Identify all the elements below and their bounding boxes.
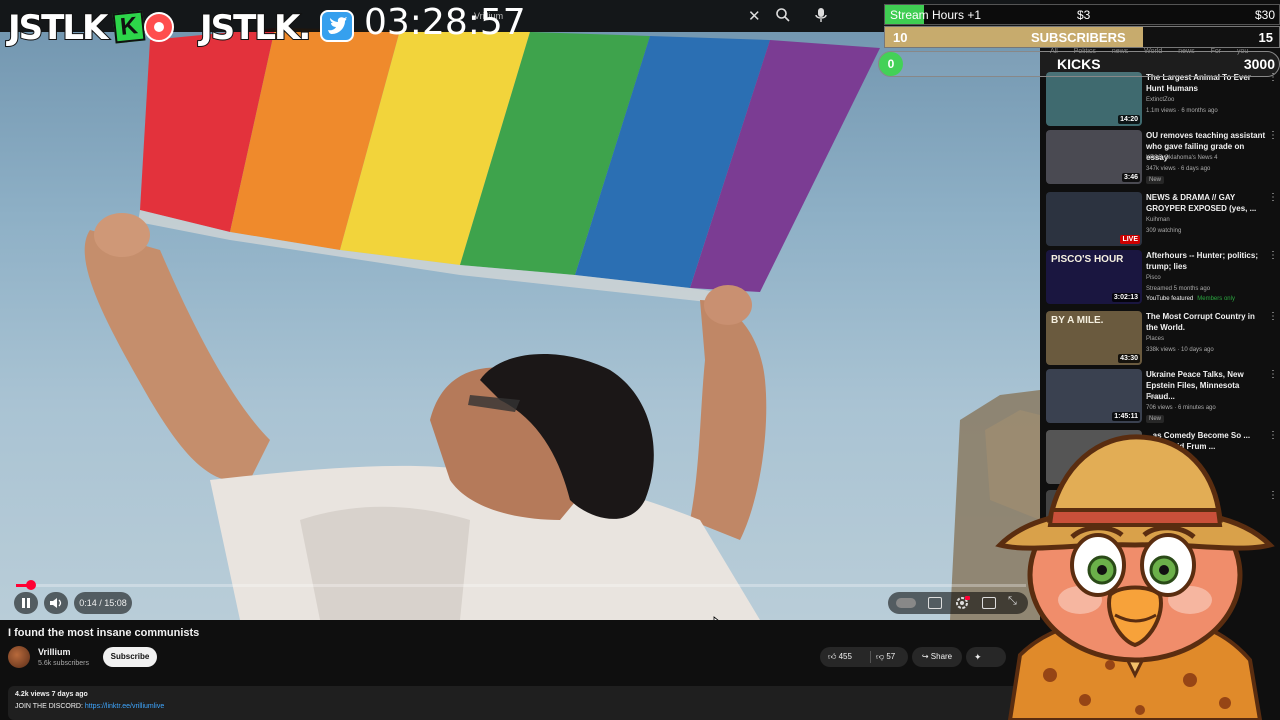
search-icon[interactable]: [775, 7, 791, 23]
stream-screen: Vrillium ✕ 0:14 / 15:08 ⤡ JSTLK K JSTLK.…: [0, 0, 1280, 720]
recommendation-thumbnail[interactable]: BY A MILE. 43:30: [1046, 311, 1142, 365]
discord-link[interactable]: https://linktr.ee/vrilliumlive: [85, 703, 164, 710]
like-dislike-group: 👍︎ 455 👎︎ 57: [820, 647, 908, 667]
recommendation-meta: 309 watching: [1146, 228, 1182, 234]
streamer-logo-right: JSTLK.: [199, 7, 312, 49]
recommendation-meta: 338k views · 10 days ago: [1146, 347, 1214, 353]
like-separator: [870, 651, 871, 663]
like-count: 455: [838, 652, 852, 661]
kicks-goal-bar: 0 KICKS 3000: [878, 51, 1280, 77]
more-options-icon[interactable]: ⋮: [1268, 369, 1278, 380]
recommendation-meta: Streamed 5 months ago: [1146, 286, 1211, 292]
mouse-cursor-icon: [713, 616, 719, 620]
recommendation-channel[interactable]: Pisco: [1146, 275, 1161, 281]
thumbnail-text: BY A MILE.: [1051, 315, 1104, 326]
recommendation-channel[interactable]: Places: [1146, 336, 1164, 342]
recommendation-channel[interactable]: Pisco: [1146, 394, 1161, 400]
subscriber-goal-max: 15: [1258, 30, 1273, 45]
new-badge: New: [1146, 176, 1165, 184]
more-options-icon[interactable]: ⋮: [1268, 130, 1278, 141]
share-button[interactable]: ↪ Share: [912, 647, 962, 667]
subscriber-goal-label: SUBSCRIBERS: [1031, 30, 1126, 45]
video-duration: 43:30: [1118, 354, 1140, 363]
progress-bar[interactable]: [16, 580, 1026, 590]
recommendation-item[interactable]: BY A MILE. 43:30 The Most Corrupt Country …: [1046, 311, 1280, 369]
video-frame: [84, 28, 1040, 620]
recommendation-thumbnail[interactable]: 3:46: [1046, 130, 1142, 184]
recommendation-meta: 347k views · 6 days ago: [1146, 166, 1211, 172]
settings-gear-icon[interactable]: [954, 595, 970, 611]
rainbow-flag: [138, 28, 880, 305]
volume-icon: [50, 598, 62, 608]
volume-button[interactable]: [44, 592, 68, 614]
subscriber-goal-current: 10: [893, 30, 908, 45]
video-duration: LIVE: [1120, 235, 1140, 244]
recommendation-item[interactable]: PISCO'S HOUR 3:02:13 Afterhours -- Hunter;…: [1046, 250, 1280, 308]
recommendation-item[interactable]: 3:46 OU removes teaching assistant who ga…: [1046, 130, 1280, 188]
recommendation-thumbnail[interactable]: 1:45:11: [1046, 369, 1142, 423]
more-options-icon[interactable]: ⋮: [1268, 192, 1278, 203]
recommendation-channel[interactable]: ExtinctZoo: [1146, 97, 1174, 103]
more-options-icon[interactable]: ⋮: [1268, 311, 1278, 322]
kicks-goal-label: KICKS: [1057, 56, 1101, 72]
recommendation-extra: YouTube featured Members only: [1146, 296, 1235, 302]
featured-label: YouTube featured: [1146, 296, 1194, 302]
twitter-bird-icon: [320, 10, 354, 42]
share-label: Share: [930, 652, 953, 661]
stream-goal-bar: Stream Hours +1 $3 $30: [884, 4, 1280, 25]
subtitles-icon[interactable]: [928, 597, 942, 609]
kicks-goal-current: 0: [879, 52, 903, 76]
microphone-icon[interactable]: [813, 6, 829, 24]
recommendation-thumbnail[interactable]: 14:20: [1046, 72, 1142, 126]
recommendation-item[interactable]: 1:45:11 Ukraine Peace Talks, New Epstein …: [1046, 369, 1280, 427]
video-duration: 14:20: [1118, 115, 1140, 124]
pause-button[interactable]: [14, 592, 38, 614]
more-options-icon[interactable]: ⋮: [1268, 250, 1278, 261]
description-prefix: JOIN THE DISCORD:: [15, 703, 85, 710]
video-duration: 3:02:13: [1111, 293, 1140, 302]
stream-goal-label: Stream Hours +1: [890, 8, 982, 22]
autoplay-toggle[interactable]: [896, 598, 916, 608]
subscriber-goal-bar: 10 SUBSCRIBERS 15: [884, 26, 1280, 48]
thumbnail-text: PISCO'S HOUR: [1051, 254, 1124, 265]
recommendation-title[interactable]: The Most Corrupt Country in the World.: [1146, 311, 1266, 333]
video-player[interactable]: Vrillium ✕ 0:14 / 15:08 ⤡ JSTLK K JSTLK.…: [0, 0, 1040, 620]
recommendation-meta: 706 views · 6 minutes ago: [1146, 405, 1216, 411]
channel-name[interactable]: Vrillium: [38, 647, 71, 657]
recommendation-title[interactable]: NEWS & DRAMA // GAY GROYPER EXPOSED (yes…: [1146, 192, 1266, 214]
like-button[interactable]: 👍︎ 455: [828, 652, 852, 662]
new-badge: New: [1146, 415, 1165, 423]
recommendation-item[interactable]: LIVE NEWS & DRAMA // GAY GROYPER EXPOSED …: [1046, 192, 1280, 250]
stream-goal-current: $3: [1077, 8, 1091, 22]
kick-badge: K: [112, 10, 146, 44]
views-date: 4.2k views 7 days ago: [15, 691, 88, 698]
video-duration: 1:45:11: [1112, 412, 1140, 421]
streamer-logo-left: JSTLK: [7, 7, 109, 49]
recommendation-channel[interactable]: KFOR Oklahoma's News 4: [1146, 155, 1218, 161]
recommendation-thumbnail[interactable]: LIVE: [1046, 192, 1142, 246]
time-display: 0:14 / 15:08: [74, 592, 132, 614]
video-duration: 3:46: [1121, 173, 1140, 182]
description-text: JOIN THE DISCORD: https://linktr.ee/vril…: [15, 703, 164, 710]
pause-icon: [22, 598, 30, 608]
kicks-goal-max: 3000: [1243, 56, 1275, 72]
channel-avatar[interactable]: [8, 646, 30, 668]
stream-clock: 03:28:57: [364, 2, 526, 43]
video-title: I found the most insane communists: [8, 627, 200, 639]
recommendation-channel[interactable]: Kuihman: [1146, 217, 1170, 223]
stream-goal-max: $30: [1254, 8, 1275, 22]
recommendation-meta: 1.1m views · 6 months ago: [1146, 108, 1218, 114]
close-icon[interactable]: ✕: [748, 7, 761, 25]
members-only-badge: Members only: [1197, 296, 1235, 302]
dislike-count: 57: [886, 652, 896, 661]
recommendation-thumbnail[interactable]: PISCO'S HOUR 3:02:13: [1046, 250, 1142, 304]
recommendation-title[interactable]: Ukraine Peace Talks, New Epstein Files, …: [1146, 369, 1266, 402]
record-icon: [144, 12, 174, 42]
recommendation-item[interactable]: 14:20 The Largest Animal To Ever Hunt Hum…: [1046, 72, 1280, 130]
parrot-mascot-overlay: [995, 434, 1275, 720]
channel-subscriber-count: 5.6k subscribers: [38, 660, 89, 667]
subscribe-button[interactable]: Subscribe: [103, 647, 157, 667]
dislike-button[interactable]: 👎︎ 57: [876, 652, 895, 662]
recommendation-title[interactable]: Afterhours -- Hunter; politics; trump; l…: [1146, 250, 1266, 272]
